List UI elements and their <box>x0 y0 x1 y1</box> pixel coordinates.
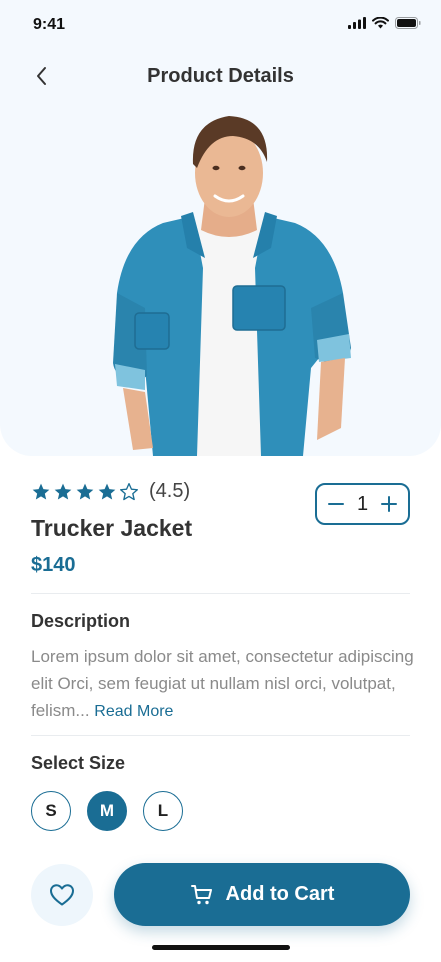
divider <box>31 735 410 736</box>
product-price: $140 <box>31 554 76 576</box>
battery-icon <box>395 17 421 29</box>
signal-icon <box>348 17 366 29</box>
size-option-s[interactable]: S <box>31 791 71 831</box>
product-hero: 9:41 Product Details <box>0 0 441 456</box>
star-outline-icon <box>120 482 138 500</box>
description-title: Description <box>31 611 131 631</box>
rating-value: (4.5) <box>149 480 191 502</box>
rating: (4.5) <box>31 480 190 503</box>
status-bar: 9:41 <box>0 0 441 50</box>
size-title: Select Size <box>31 753 126 773</box>
size-option-m[interactable]: M <box>87 791 127 831</box>
cart-icon <box>190 884 212 904</box>
description-body: Lorem ipsum dolor sit amet, consectetur … <box>31 647 414 720</box>
minus-icon <box>328 503 344 505</box>
add-to-cart-label: Add to Cart <box>225 883 335 905</box>
star-filled-icon <box>76 483 94 499</box>
home-indicator <box>152 945 290 950</box>
product-image <box>113 116 351 456</box>
size-selector: S M L <box>31 791 183 831</box>
size-option-l[interactable]: L <box>143 791 183 831</box>
status-icons <box>348 17 421 29</box>
wifi-icon <box>372 17 389 29</box>
plus-icon <box>381 496 397 512</box>
quantity-stepper: 1 <box>315 483 410 525</box>
product-name: Trucker Jacket <box>31 515 193 541</box>
increase-quantity-button[interactable] <box>378 493 400 515</box>
star-filled-icon <box>54 483 72 499</box>
status-time: 9:41 <box>33 16 66 33</box>
decrease-quantity-button[interactable] <box>325 493 347 515</box>
heart-icon <box>50 884 74 906</box>
star-filled-icon <box>32 483 50 499</box>
star-filled-icon <box>98 483 116 499</box>
top-header: Product Details <box>0 56 441 96</box>
favorite-button[interactable] <box>31 864 93 926</box>
page-title: Product Details <box>147 65 294 87</box>
description-text: Lorem ipsum dolor sit amet, consectetur … <box>31 643 416 725</box>
divider <box>31 593 410 594</box>
quantity-value: 1 <box>356 492 369 515</box>
add-to-cart-button[interactable]: Add to Cart <box>114 863 410 926</box>
read-more-link[interactable]: Read More <box>94 703 173 720</box>
